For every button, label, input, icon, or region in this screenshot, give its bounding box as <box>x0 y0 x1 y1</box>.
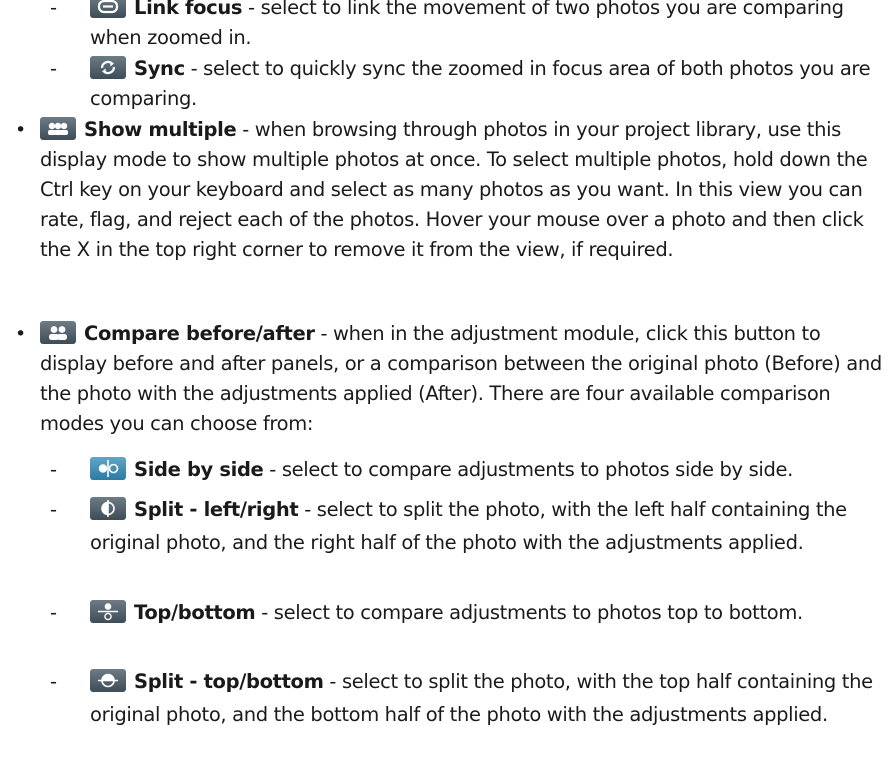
list-item-sync: - Sync - select to quickly sync the zoom… <box>48 54 888 114</box>
link-focus-icon <box>90 0 126 18</box>
dash-marker: - <box>50 0 57 19</box>
list-item-top-bottom: - Top/bottom - select to compare adjustm… <box>48 596 888 629</box>
show-multiple-icon <box>40 117 76 140</box>
item-text: - select to quickly sync the zoomed in f… <box>90 57 871 110</box>
item-label: Split - left/right <box>134 498 299 521</box>
list-item-show-multiple: • Show multiple - when browsing through … <box>14 115 888 265</box>
list-item-split-top-bottom: - Split - top/bottom - select to split t… <box>48 665 888 731</box>
item-label: Side by side <box>134 458 264 481</box>
top-bottom-icon <box>90 600 126 623</box>
list-item-split-left-right: - Split - left/right - select to split t… <box>48 493 888 559</box>
bullet-marker: • <box>15 119 26 141</box>
item-text: - select to compare adjustments to photo… <box>255 601 803 624</box>
side-by-side-icon <box>90 457 126 480</box>
dash-marker: - <box>50 601 57 624</box>
dash-marker: - <box>50 670 57 693</box>
dash-marker: - <box>50 498 57 521</box>
sync-icon <box>90 56 126 79</box>
list-item-side-by-side: - Side by side - select to compare adjus… <box>48 455 888 485</box>
list-item-compare-before-after: • Compare before/after - when in the adj… <box>14 319 888 439</box>
item-label: Compare before/after <box>84 322 315 345</box>
document-page: - Link focus - select to link the moveme… <box>0 0 896 784</box>
list-item-link-focus: - Link focus - select to link the moveme… <box>48 0 888 53</box>
item-label: Link focus <box>134 0 243 19</box>
item-label: Split - top/bottom <box>134 670 324 693</box>
item-label: Top/bottom <box>134 601 256 624</box>
item-label: Show multiple <box>84 118 237 141</box>
split-left-right-icon <box>90 497 126 520</box>
dash-marker: - <box>50 57 57 80</box>
item-text: - select to compare adjustments to photo… <box>263 458 793 481</box>
dash-marker: - <box>50 458 57 481</box>
compare-before-after-icon <box>40 321 76 344</box>
bullet-marker: • <box>15 323 26 345</box>
item-label: Sync <box>134 57 185 80</box>
split-top-bottom-icon <box>90 669 126 692</box>
